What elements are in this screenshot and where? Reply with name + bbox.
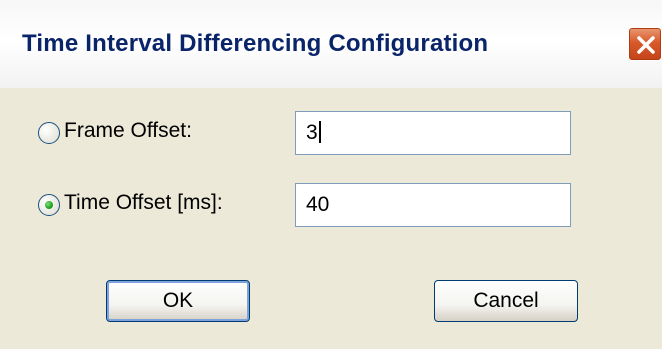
radio-selected-dot: [45, 201, 53, 209]
frame-offset-input[interactable]: 3: [295, 111, 571, 155]
frame-offset-label: Frame Offset:: [64, 119, 192, 142]
frame-offset-radio[interactable]: [38, 122, 60, 144]
frame-offset-value: 3: [306, 121, 318, 144]
close-button[interactable]: [628, 27, 662, 61]
ok-button[interactable]: OK: [106, 280, 250, 322]
window-title: Time Interval Differencing Configuration: [22, 30, 489, 57]
dialog-window: Time Interval Differencing Configuration…: [0, 0, 662, 349]
title-bar[interactable]: Time Interval Differencing Configuration: [0, 0, 662, 88]
time-offset-radio[interactable]: [38, 194, 60, 216]
time-offset-value: 40: [306, 193, 330, 216]
cancel-button[interactable]: Cancel: [434, 280, 578, 322]
text-caret: [318, 121, 321, 143]
time-offset-input[interactable]: 40: [295, 183, 571, 227]
close-icon: [637, 36, 655, 54]
time-offset-label: Time Offset [ms]:: [64, 191, 223, 214]
